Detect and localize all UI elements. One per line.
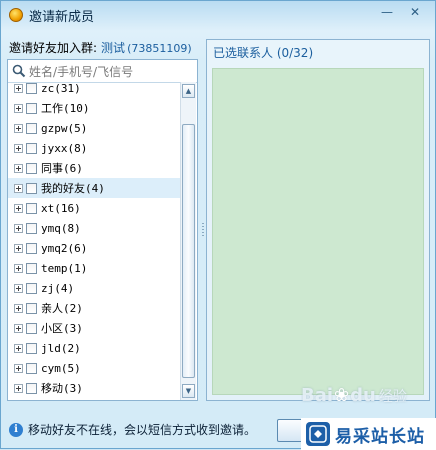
group-label: 工作(10) [41,102,90,115]
search-input[interactable]: 姓名/手机号/飞信号 [8,60,197,83]
baidu-jingyan-watermark: Bai ❀ du 经验 [301,385,407,406]
selected-contacts-title: 已选联系人 (0/32) [213,46,314,60]
watermark-text-jingyan: 经验 [378,389,407,405]
expand-icon[interactable] [14,143,23,153]
group-checkbox[interactable] [26,242,37,254]
group-checkbox[interactable] [26,182,37,194]
group-label: 移动(3) [41,382,83,395]
contact-group-item[interactable]: zc(31) [8,82,180,98]
group-label: temp(1) [41,261,88,275]
contact-group-item[interactable]: 小区(3) [8,318,180,338]
group-checkbox[interactable] [26,262,37,274]
selected-contacts-list[interactable] [212,68,424,395]
contact-group-item[interactable]: gzpw(5) [8,118,180,138]
group-checkbox[interactable] [26,322,37,334]
search-placeholder: 姓名/手机号/飞信号 [29,64,134,79]
group-checkbox[interactable] [26,362,37,374]
contact-group-item[interactable]: zj(4) [8,278,180,298]
footer-note-text: 移动好友不在线，会以短信方式收到邀请。 [28,423,257,437]
site-logo-icon [306,422,330,446]
invite-dialog: 邀请新成员 — ✕ 邀请好友加入群: 测试 (73851109) 姓名/手机号/… [0,0,436,450]
expand-icon[interactable] [14,203,23,213]
scrollbar-thumb[interactable] [182,124,195,378]
site-name: 易采站长站 [335,426,425,447]
group-label: zj(4) [41,281,75,295]
contact-group-item[interactable]: temp(1) [8,258,180,278]
group-checkbox[interactable] [26,282,37,294]
group-checkbox[interactable] [26,202,37,214]
search-icon [12,64,26,78]
contact-group-item[interactable]: 亲人(2) [8,298,180,318]
contact-group-item[interactable]: jld(2) [8,338,180,358]
expand-icon[interactable] [14,223,23,233]
group-name: 测试 [101,41,126,55]
selected-contacts-panel: 已选联系人 (0/32) [206,39,430,401]
invite-to-group-line: 邀请好友加入群: 测试 (73851109) [9,39,192,56]
title-bar[interactable]: 邀请新成员 — ✕ [1,1,435,29]
paw-icon: ❀ [334,385,350,406]
group-label: ymq2(6) [41,241,88,255]
fetion-app-icon [9,8,23,22]
group-label: zc(31) [41,82,81,95]
scroll-down-arrow-icon[interactable]: ▼ [182,384,195,398]
group-checkbox[interactable] [26,102,37,114]
contact-group-item[interactable]: 工作(10) [8,98,180,118]
footer-notice: i 移动好友不在线，会以短信方式收到邀请。 [9,421,256,438]
expand-icon[interactable] [14,323,23,333]
minimize-button[interactable]: — [377,4,397,20]
contact-group-item[interactable]: jyxx(8) [8,138,180,158]
group-checkbox[interactable] [26,82,37,94]
scroll-up-arrow-icon[interactable]: ▲ [182,84,195,98]
window-title: 邀请新成员 [29,9,95,25]
expand-icon[interactable] [14,243,23,253]
contact-group-item[interactable]: ymq(8) [8,218,180,238]
contact-group-item[interactable]: ymq2(6) [8,238,180,258]
group-checkbox[interactable] [26,222,37,234]
group-label: 亲人(2) [41,302,83,315]
watermark-text-du: du [350,385,376,406]
splitter-grip-icon [201,223,204,237]
group-label: ymq(8) [41,221,81,235]
contact-group-item[interactable]: cym(5) [8,358,180,378]
group-checkbox[interactable] [26,302,37,314]
group-label: cym(5) [41,361,81,375]
contact-group-list: zc(31) 工作(10) gzpw(5) jyxx(8) 同事(6) 我的好友… [8,82,180,400]
invite-label: 邀请好友加入群: [9,41,98,55]
contact-group-item-selected[interactable]: 我的好友(4) [8,178,180,198]
expand-icon[interactable] [14,283,23,293]
watermark-text-bai: Bai [301,385,334,406]
group-checkbox[interactable] [26,142,37,154]
panel-splitter[interactable] [199,59,206,401]
expand-icon[interactable] [14,303,23,313]
group-id: (73851109) [127,42,192,55]
expand-icon[interactable] [14,163,23,173]
expand-icon[interactable] [14,343,23,353]
close-button[interactable]: ✕ [405,4,425,20]
contact-group-item[interactable]: xt(16) [8,198,180,218]
expand-icon[interactable] [14,363,23,373]
site-watermark: 易采站长站 [301,418,436,450]
expand-icon[interactable] [14,103,23,113]
contact-group-item[interactable]: 移动(3) [8,378,180,398]
contacts-panel: 姓名/手机号/飞信号 zc(31) 工作(10) gzpw(5) jyxx(8)… [7,59,198,401]
info-icon: i [9,422,23,437]
contact-list-scrollbar[interactable]: ▲ ▼ [180,82,196,400]
group-label: 小区(3) [41,322,83,335]
group-checkbox[interactable] [26,162,37,174]
group-label: gzpw(5) [41,121,88,135]
group-label: jyxx(8) [41,141,88,155]
group-label: jld(2) [41,341,81,355]
group-label: xt(16) [41,201,81,215]
group-checkbox[interactable] [26,122,37,134]
contact-group-item[interactable]: 同事(6) [8,158,180,178]
expand-icon[interactable] [14,383,23,393]
expand-icon[interactable] [14,123,23,133]
group-label: 我的好友(4) [41,182,105,195]
expand-icon[interactable] [14,183,23,193]
group-checkbox[interactable] [26,342,37,354]
group-label: 同事(6) [41,162,83,175]
group-checkbox[interactable] [26,382,37,394]
expand-icon[interactable] [14,83,23,93]
expand-icon[interactable] [14,263,23,273]
